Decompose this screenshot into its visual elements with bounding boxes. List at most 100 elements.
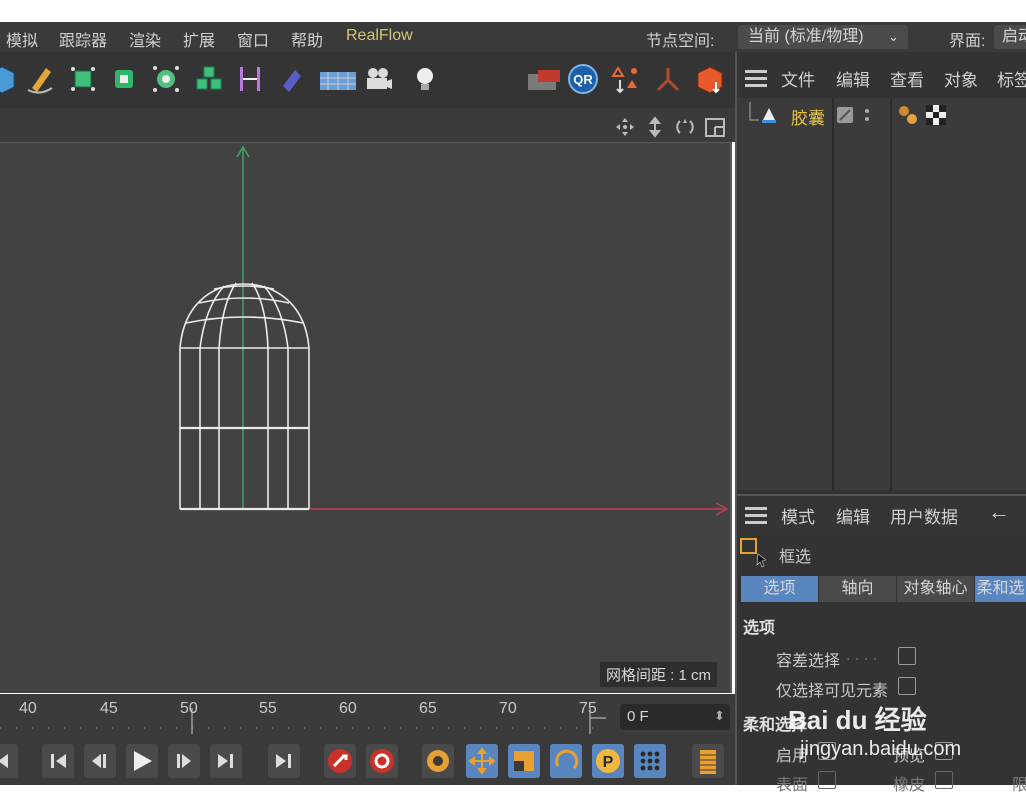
record-keyframe-icon[interactable] xyxy=(324,744,356,778)
go-to-end-button[interactable] xyxy=(210,744,242,778)
tick-label: 40 xyxy=(19,700,37,717)
key-rotation-icon[interactable] xyxy=(550,744,582,778)
menu-simulate[interactable]: 模拟 xyxy=(6,27,38,51)
mograph-icon[interactable] xyxy=(610,62,642,96)
zoom-view-icon[interactable] xyxy=(644,116,666,138)
bend-icon[interactable] xyxy=(234,62,266,96)
tab-soft-selection[interactable]: 柔和选 xyxy=(975,576,1026,602)
limit-label: 限 xyxy=(1012,777,1026,794)
light-icon[interactable] xyxy=(409,62,441,96)
visibility-icon[interactable] xyxy=(837,106,873,124)
tab-object-axis[interactable]: 对象轴心 xyxy=(897,576,974,602)
floor-icon[interactable] xyxy=(318,62,358,96)
capsule-wireframe[interactable] xyxy=(179,282,310,511)
om-menu-edit[interactable]: 编辑 xyxy=(836,66,870,91)
watermark-url: jingyan.baidu.com xyxy=(800,738,962,760)
keyframe-settings-icon[interactable] xyxy=(422,744,454,778)
cloner-icon[interactable] xyxy=(193,62,225,96)
field-icon[interactable] xyxy=(275,62,307,96)
node-space-dropdown[interactable]: 当前 (标准/物理) ⌄ xyxy=(738,25,908,49)
3d-viewport[interactable] xyxy=(0,142,732,693)
menu-render[interactable]: 渲染 xyxy=(129,27,161,51)
key-scale-icon[interactable] xyxy=(508,744,540,778)
attr-menu-edit[interactable]: 编辑 xyxy=(836,503,870,528)
menu-extensions[interactable]: 扩展 xyxy=(183,27,215,51)
tick-label: 60 xyxy=(339,700,357,717)
array-icon[interactable] xyxy=(108,62,140,96)
visible-only-checkbox[interactable] xyxy=(898,677,916,695)
timeline-window-icon[interactable] xyxy=(692,744,724,778)
deform-cube-icon[interactable] xyxy=(694,62,726,96)
tab-options[interactable]: 选项 xyxy=(741,576,818,602)
visible-only-label: 仅选择可见元素 xyxy=(776,683,889,700)
current-frame-field[interactable]: 0 F ⬍ xyxy=(620,704,730,730)
section-title: 选项 xyxy=(743,620,776,637)
surface-checkbox[interactable] xyxy=(818,771,836,789)
grid-spacing-label: 网格间距 : 1 cm xyxy=(600,662,718,687)
object-name[interactable]: 胶囊 xyxy=(791,104,825,129)
top-margin xyxy=(0,0,1026,22)
menu-realflow[interactable]: RealFlow xyxy=(346,27,413,45)
step-back-button[interactable] xyxy=(84,744,116,778)
main-toolbar: QR xyxy=(0,52,735,108)
hierarchy-line-icon xyxy=(749,102,776,123)
tag-material-icon[interactable] xyxy=(897,104,919,126)
attr-menu-userdata[interactable]: 用户数据 xyxy=(890,503,958,528)
clapper-icon[interactable] xyxy=(524,62,562,96)
stepper-icon[interactable]: ⬍ xyxy=(714,703,725,729)
list-item[interactable]: 胶囊 xyxy=(737,100,1026,128)
back-arrow-icon[interactable]: ← xyxy=(988,499,1010,525)
rubber-checkbox[interactable] xyxy=(935,771,953,789)
step-forward-button[interactable] xyxy=(168,744,200,778)
menu-tracker[interactable]: 跟踪器 xyxy=(59,27,107,51)
nurbs-icon[interactable] xyxy=(67,62,99,96)
key-parameter-icon[interactable]: P xyxy=(592,744,624,778)
key-position-icon[interactable] xyxy=(466,744,498,778)
column-divider xyxy=(832,98,834,490)
tag-checker-icon[interactable] xyxy=(925,104,947,126)
move-view-icon[interactable] xyxy=(614,116,636,138)
joint-icon[interactable] xyxy=(652,62,684,96)
key-pla-icon[interactable] xyxy=(634,744,666,778)
tick-label: 50 xyxy=(180,700,198,717)
object-tree[interactable]: 胶囊 xyxy=(737,98,1026,490)
maximize-view-icon[interactable] xyxy=(704,116,726,138)
column-divider xyxy=(890,98,892,490)
play-button[interactable] xyxy=(126,744,158,778)
tolerance-label: 容差选择 xyxy=(776,653,841,670)
tab-axis[interactable]: 轴向 xyxy=(819,576,896,602)
cube-icon[interactable] xyxy=(0,62,18,96)
om-menu-view[interactable]: 查看 xyxy=(890,66,924,91)
surface-label: 表面 xyxy=(776,777,809,794)
menu-window[interactable]: 窗口 xyxy=(237,27,269,51)
tolerance-checkbox[interactable] xyxy=(898,647,916,665)
om-menu-tags[interactable]: 标签 xyxy=(997,66,1026,91)
tick-label: 70 xyxy=(499,700,517,717)
tick-label: 75 xyxy=(579,700,597,717)
box-select-icon xyxy=(740,538,766,568)
rotate-view-icon[interactable] xyxy=(674,116,696,138)
go-prev-keyframe-button[interactable] xyxy=(0,744,18,778)
hamburger-menu-icon[interactable] xyxy=(745,505,767,525)
current-frame-value: 0 F xyxy=(627,708,649,725)
deformer-icon[interactable] xyxy=(150,62,182,96)
chevron-down-icon: ⌄ xyxy=(888,29,899,44)
attr-menu-mode[interactable]: 模式 xyxy=(781,503,815,528)
node-space-value: 当前 (标准/物理) xyxy=(748,28,864,45)
menu-help[interactable]: 帮助 xyxy=(291,27,323,51)
timeline-ticks xyxy=(0,708,606,734)
auto-keyframe-icon[interactable] xyxy=(366,744,398,778)
interface-dropdown[interactable]: 启动 xyxy=(994,25,1026,49)
go-next-keyframe-button[interactable] xyxy=(268,744,300,778)
tick-label: 65 xyxy=(419,700,437,717)
hamburger-menu-icon[interactable] xyxy=(745,68,767,88)
om-menu-file[interactable]: 文件 xyxy=(781,66,815,91)
pen-icon[interactable] xyxy=(24,62,56,96)
go-to-start-button[interactable] xyxy=(42,744,74,778)
interface-label: 界面: xyxy=(949,33,986,50)
svg-text:QR: QR xyxy=(573,72,593,87)
node-space-label: 节点空间: xyxy=(646,33,715,50)
qr-icon[interactable]: QR xyxy=(567,62,599,96)
camera-icon[interactable] xyxy=(362,62,394,96)
om-menu-object[interactable]: 对象 xyxy=(944,66,978,91)
